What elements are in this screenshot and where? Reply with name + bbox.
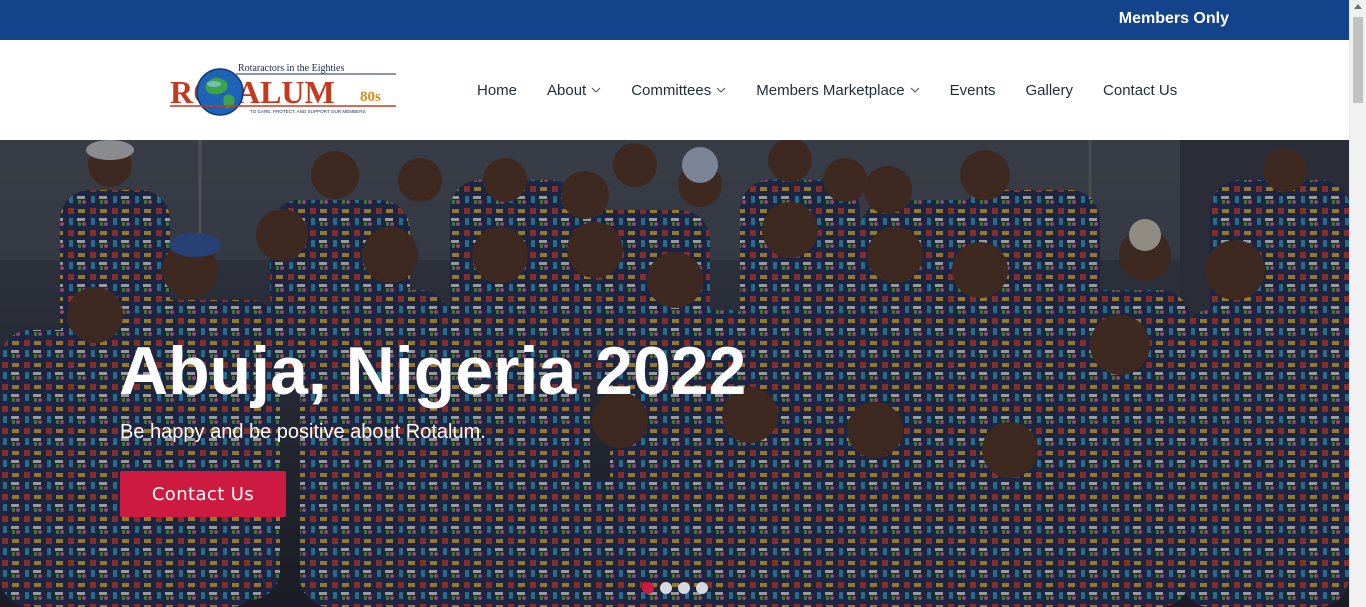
nav-members-marketplace-label: Members Marketplace	[756, 81, 905, 99]
slider-dot-3[interactable]	[678, 582, 690, 594]
top-bar: Members Only	[0, 0, 1349, 40]
nav-contact-us-label: Contact Us	[1103, 81, 1178, 99]
slider-dot-1[interactable]	[642, 582, 654, 594]
logo-graphic: Rotaractors in the Eighties ROTALUM 80s …	[166, 54, 398, 126]
hero-slider: Abuja, Nigeria 2022 Be happy and be posi…	[0, 140, 1349, 607]
nav-contact-us[interactable]: Contact Us	[1103, 80, 1177, 100]
nav-gallery[interactable]: Gallery	[1026, 80, 1074, 100]
nav-committees-label: Committees	[631, 81, 712, 99]
chevron-down-icon	[591, 87, 601, 93]
nav-members-marketplace[interactable]: Members Marketplace	[756, 80, 920, 100]
nav-home-label: Home	[477, 81, 518, 99]
slider-dot-4[interactable]	[696, 582, 708, 594]
site-header: Rotaractors in the Eighties ROTALUM 80s …	[0, 40, 1349, 140]
hero-subtitle: Be happy and be positive about Rotalum.	[120, 421, 486, 443]
nav-about[interactable]: About	[547, 80, 601, 100]
members-only-link[interactable]: Members Only	[1119, 10, 1229, 28]
chevron-down-icon	[910, 87, 920, 93]
logo-suffix: 80s	[360, 89, 381, 105]
slider-dots	[642, 582, 714, 594]
main-nav: Home About Committees Members Marketplac…	[477, 80, 1177, 100]
scrollbar-thumb[interactable]	[1353, 17, 1363, 103]
nav-events-label: Events	[949, 81, 996, 99]
nav-committees[interactable]: Committees	[631, 80, 726, 100]
nav-about-label: About	[547, 81, 587, 99]
chevron-down-icon	[716, 87, 726, 93]
page-scrollbar[interactable]	[1349, 0, 1366, 607]
slider-dot-2[interactable]	[660, 582, 672, 594]
nav-gallery-label: Gallery	[1025, 81, 1074, 99]
nav-home[interactable]: Home	[477, 80, 517, 100]
logo-motto: TO CARE, PROTECT, AND SUPPORT OUR MEMBER…	[250, 109, 366, 114]
hero-contact-button[interactable]: Contact Us	[120, 471, 286, 517]
logo-word: ROTALUM	[170, 74, 335, 110]
logo-tagline: Rotaractors in the Eighties	[238, 63, 344, 74]
arrow-up-icon[interactable]	[1354, 4, 1362, 9]
nav-events[interactable]: Events	[950, 80, 996, 100]
logo[interactable]: Rotaractors in the Eighties ROTALUM 80s …	[166, 54, 398, 126]
hero-title: Abuja, Nigeria 2022	[119, 333, 747, 409]
